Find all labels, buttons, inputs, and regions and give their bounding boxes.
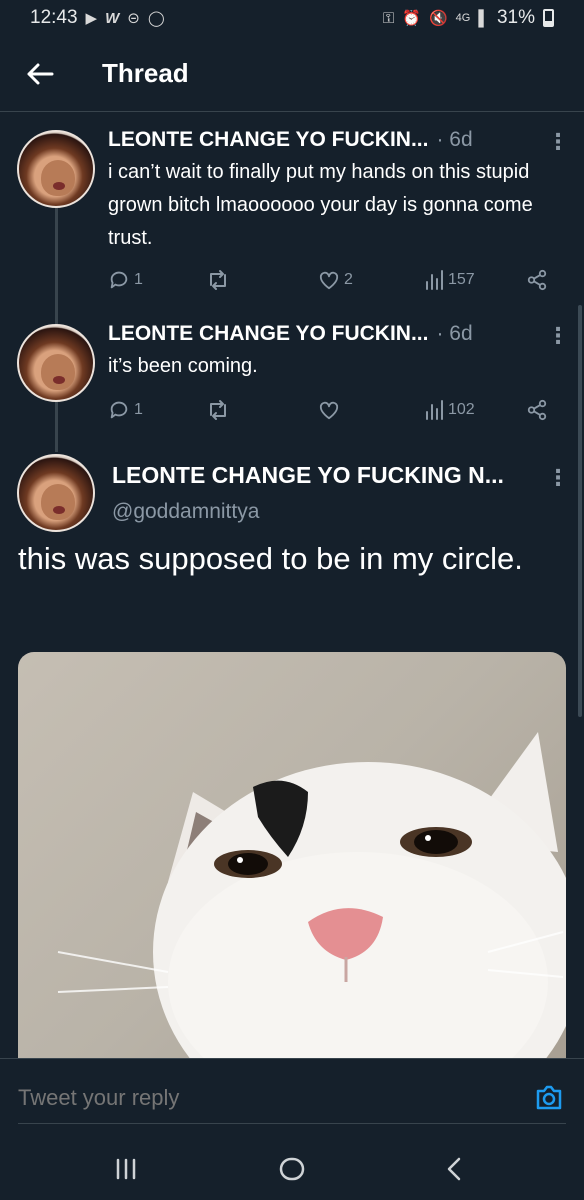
recent-apps-icon [116, 1158, 136, 1180]
avatar[interactable] [17, 454, 95, 532]
tweet-header: LEONTE CHANGE YO FUCKIN... · 6d [108, 128, 473, 152]
heart-icon [319, 401, 339, 420]
more-options-button[interactable]: ⋮ [547, 464, 569, 492]
tweet-time[interactable]: · 6d [436, 128, 472, 152]
system-nav-bar [0, 1138, 584, 1200]
reply-icon [110, 271, 128, 289]
page-title: Thread [102, 58, 189, 88]
tweet-header: LEONTE CHANGE YO FUCKIN... · 6d [108, 322, 473, 346]
reply-button[interactable]: 1 [108, 396, 143, 424]
views-icon [426, 270, 443, 290]
retweet-icon [210, 270, 226, 290]
reply-count: 1 [134, 401, 143, 418]
chevron-left-icon [447, 1157, 461, 1181]
author-name[interactable]: LEONTE CHANGE YO FUCKING N... [112, 462, 504, 489]
minus-circle-icon: ⊝ [127, 10, 140, 27]
scrollbar[interactable] [578, 305, 582, 717]
retweet-icon [210, 400, 226, 420]
like-count: 2 [344, 271, 353, 288]
arrow-left-icon [27, 63, 54, 84]
status-bar-left: 12:43 ▶ W ⊝ ◯ [30, 7, 165, 29]
vpn-key-icon: ⚿ [382, 9, 395, 27]
alarm-icon: ⏰ [402, 10, 421, 27]
like-button[interactable]: 2 [318, 266, 353, 294]
reply-count: 1 [134, 271, 143, 288]
play-icon: ▶ [85, 10, 98, 27]
battery-percent: 31% [496, 7, 535, 28]
views-icon [426, 400, 443, 420]
mute-icon: 🔇 [428, 10, 448, 27]
w-icon: W [105, 9, 120, 27]
share-button[interactable] [526, 266, 548, 294]
retweet-button[interactable] [206, 396, 234, 424]
avatar[interactable] [17, 324, 95, 402]
reply-input[interactable] [18, 1081, 518, 1115]
divider [18, 1123, 566, 1124]
data-4g-icon: 4G [455, 12, 471, 24]
more-options-button[interactable]: ⋮ [547, 322, 569, 350]
battery-icon [543, 9, 554, 27]
home-button[interactable] [272, 1152, 312, 1186]
home-icon [279, 1157, 305, 1181]
status-bar: 12:43 ▶ W ⊝ ◯ ⚿ ⏰ 🔇 4G ▌ 31% [0, 0, 584, 36]
tweet-actions: 1 102 [108, 396, 568, 424]
cat-photo [57, 732, 566, 1062]
tweet-text: this was supposed to be in my circle. [18, 541, 523, 576]
author-name[interactable]: LEONTE CHANGE YO FUCKIN... [108, 322, 428, 346]
share-button[interactable] [526, 396, 548, 424]
camera-icon [536, 1085, 562, 1110]
signal-icon: ▌ [478, 9, 489, 27]
tweet-text: it’s been coming. [108, 355, 258, 377]
views-button[interactable]: 157 [424, 266, 475, 294]
tweet-time[interactable]: · 6d [436, 322, 472, 346]
shield-icon: ◯ [147, 10, 165, 27]
camera-button[interactable] [532, 1081, 566, 1115]
tweet-photo[interactable] [18, 652, 566, 1062]
recent-apps-button[interactable] [106, 1152, 146, 1186]
thread-connector [55, 402, 58, 452]
more-options-button[interactable]: ⋮ [547, 128, 569, 156]
views-button[interactable]: 102 [424, 396, 475, 424]
app-header: Thread [0, 36, 584, 112]
view-count: 157 [448, 271, 475, 288]
retweet-button[interactable] [206, 266, 234, 294]
like-button[interactable] [318, 396, 344, 424]
view-count: 102 [448, 401, 475, 418]
reply-bar [0, 1058, 584, 1138]
tweet-text: i can’t wait to finally put my hands on … [108, 161, 533, 249]
share-icon [527, 269, 547, 291]
thread-connector [55, 208, 58, 326]
heart-icon [319, 271, 339, 290]
status-bar-right: ⚿ ⏰ 🔇 4G ▌ 31% [383, 7, 554, 29]
system-back-button[interactable] [434, 1152, 474, 1186]
author-handle[interactable]: @goddamnittya [112, 500, 259, 524]
tweet-actions: 1 2 157 [108, 266, 568, 294]
avatar[interactable] [17, 130, 95, 208]
author-name[interactable]: LEONTE CHANGE YO FUCKIN... [108, 128, 428, 152]
status-time: 12:43 [30, 7, 78, 28]
screen: 12:43 ▶ W ⊝ ◯ ⚿ ⏰ 🔇 4G ▌ 31% Thread LEON… [0, 0, 584, 1200]
share-icon [527, 399, 547, 421]
reply-icon [110, 401, 128, 419]
reply-button[interactable]: 1 [108, 266, 143, 294]
back-button[interactable] [20, 54, 60, 94]
